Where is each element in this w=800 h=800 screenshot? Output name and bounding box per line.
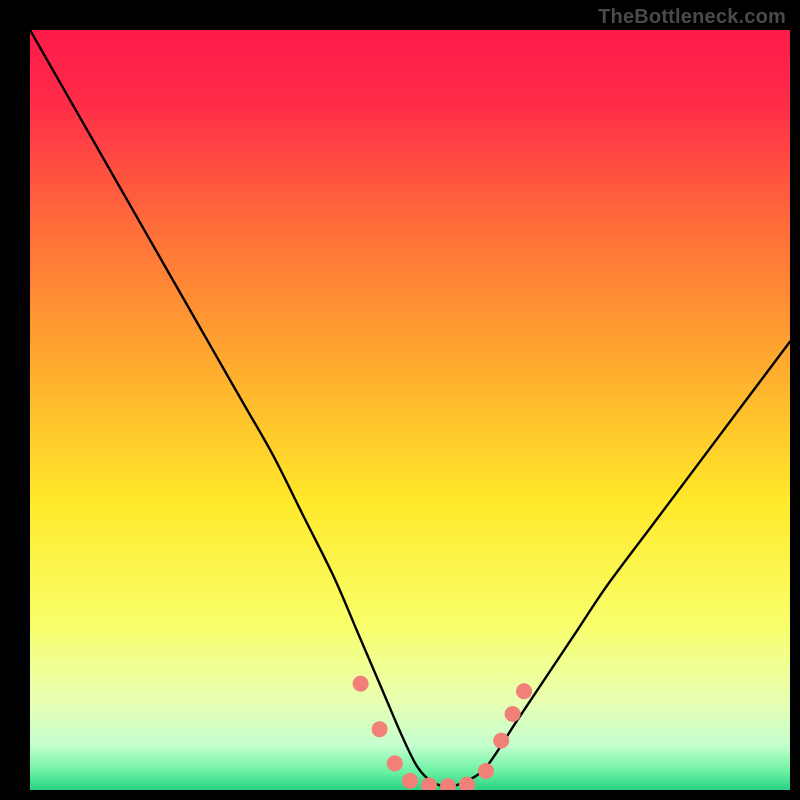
plot-area bbox=[30, 30, 790, 790]
curve-marker bbox=[402, 773, 418, 789]
curve-marker bbox=[505, 706, 521, 722]
curve-marker bbox=[440, 778, 456, 790]
bottleneck-curve bbox=[30, 30, 790, 786]
curve-marker bbox=[516, 683, 532, 699]
curve-marker bbox=[421, 777, 437, 790]
curve-marker bbox=[353, 676, 369, 692]
curve-marker bbox=[372, 721, 388, 737]
curve-marker bbox=[493, 733, 509, 749]
chart-frame: TheBottleneck.com bbox=[0, 0, 800, 800]
curve-marker bbox=[387, 755, 403, 771]
watermark-text: TheBottleneck.com bbox=[598, 6, 786, 29]
curve-marker bbox=[478, 763, 494, 779]
bottleneck-curve-layer bbox=[30, 30, 790, 790]
